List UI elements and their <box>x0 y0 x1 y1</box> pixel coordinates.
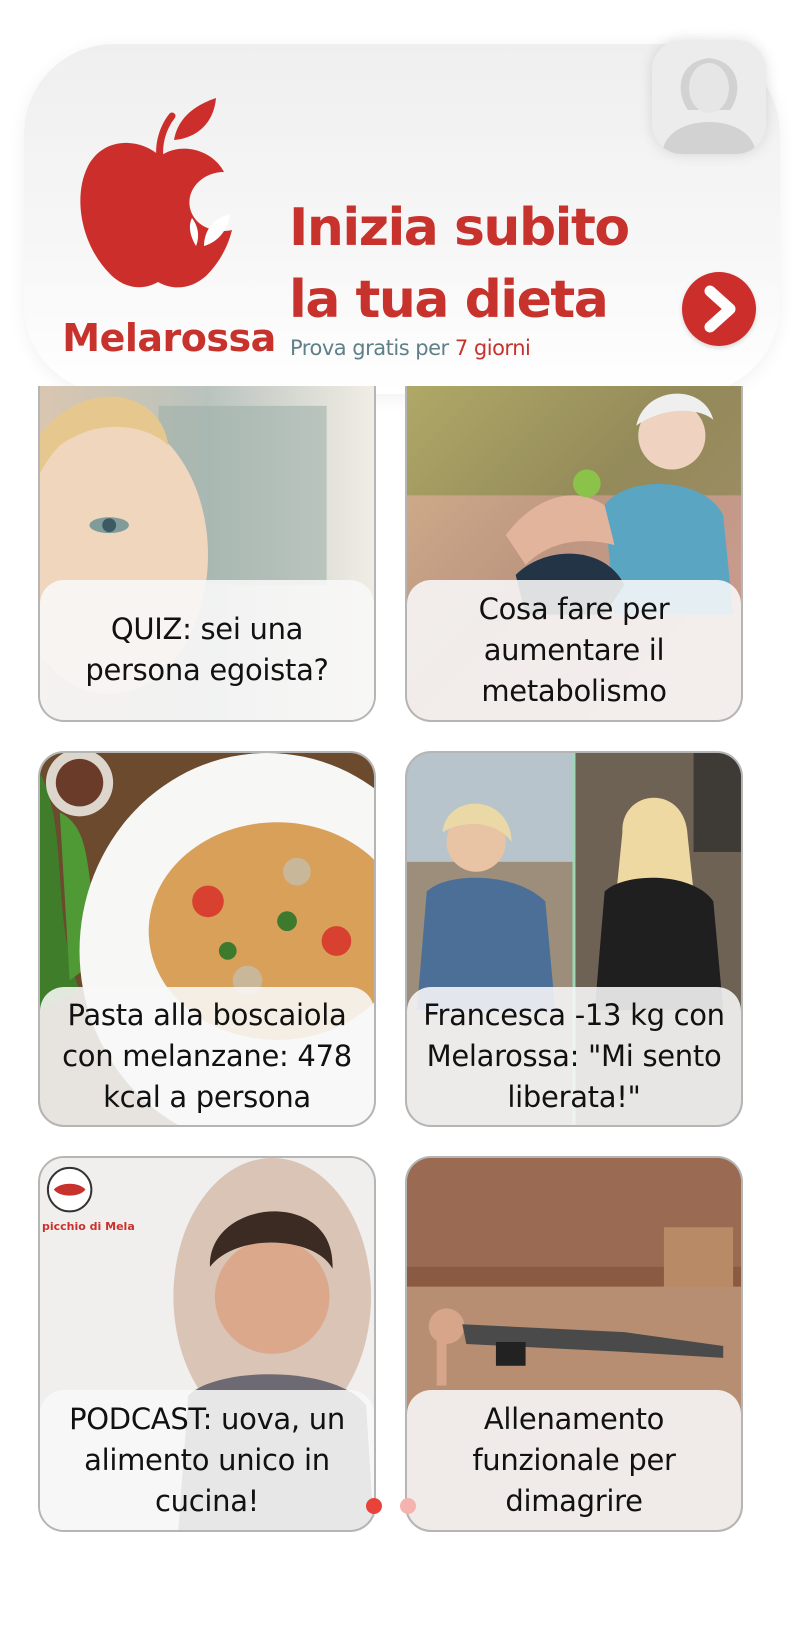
trial-highlight: 7 giorni <box>454 336 531 360</box>
article-card-pasta-boscaiola[interactable]: Pasta alla boscaiola con melanzane: 478 … <box>38 751 376 1127</box>
article-title: QUIZ: sei una persona egoista? <box>40 580 374 720</box>
start-diet-button[interactable] <box>682 272 756 346</box>
podcast-badge: picchio di Mela <box>42 1220 135 1233</box>
chevron-right-icon <box>704 285 736 333</box>
pagination-dot-2[interactable] <box>400 1498 416 1514</box>
user-silhouette-icon <box>652 40 766 154</box>
article-title: Francesca -13 kg con Melarossa: "Mi sent… <box>407 987 741 1125</box>
trial-prefix: Prova gratis per <box>290 336 449 360</box>
trial-text: Prova gratis per 7 giorni <box>290 336 531 360</box>
article-title: Pasta alla boscaiola con melanzane: 478 … <box>40 987 374 1125</box>
article-title: PODCAST: uova, un alimento unico in cuci… <box>40 1390 374 1530</box>
article-card-metabolismo[interactable]: Cosa fare per aumentare il metabolismo <box>405 386 743 722</box>
article-title: Cosa fare per aumentare il metabolismo <box>407 580 741 720</box>
article-card-francesca[interactable]: Francesca -13 kg con Melarossa: "Mi sent… <box>405 751 743 1127</box>
article-title: Allenamento funzionale per dimagrire <box>407 1390 741 1530</box>
banner-headline: Inizia subito la tua dieta <box>289 192 669 336</box>
pagination-dot-1[interactable] <box>366 1498 382 1514</box>
article-card-quiz-egoista[interactable]: QUIZ: sei una persona egoista? <box>38 386 376 722</box>
article-card-podcast-uova[interactable]: picchio di Mela PODCAST: uova, un alimen… <box>38 1156 376 1532</box>
profile-avatar[interactable] <box>652 40 766 154</box>
apple-logo-icon <box>80 98 232 288</box>
headline-line-1: Inizia subito <box>289 198 630 258</box>
headline-line-2: la tua dieta <box>289 270 609 330</box>
article-card-allenamento[interactable]: Allenamento funzionale per dimagrire <box>405 1156 743 1532</box>
brand-name: Melarossa <box>62 316 276 360</box>
